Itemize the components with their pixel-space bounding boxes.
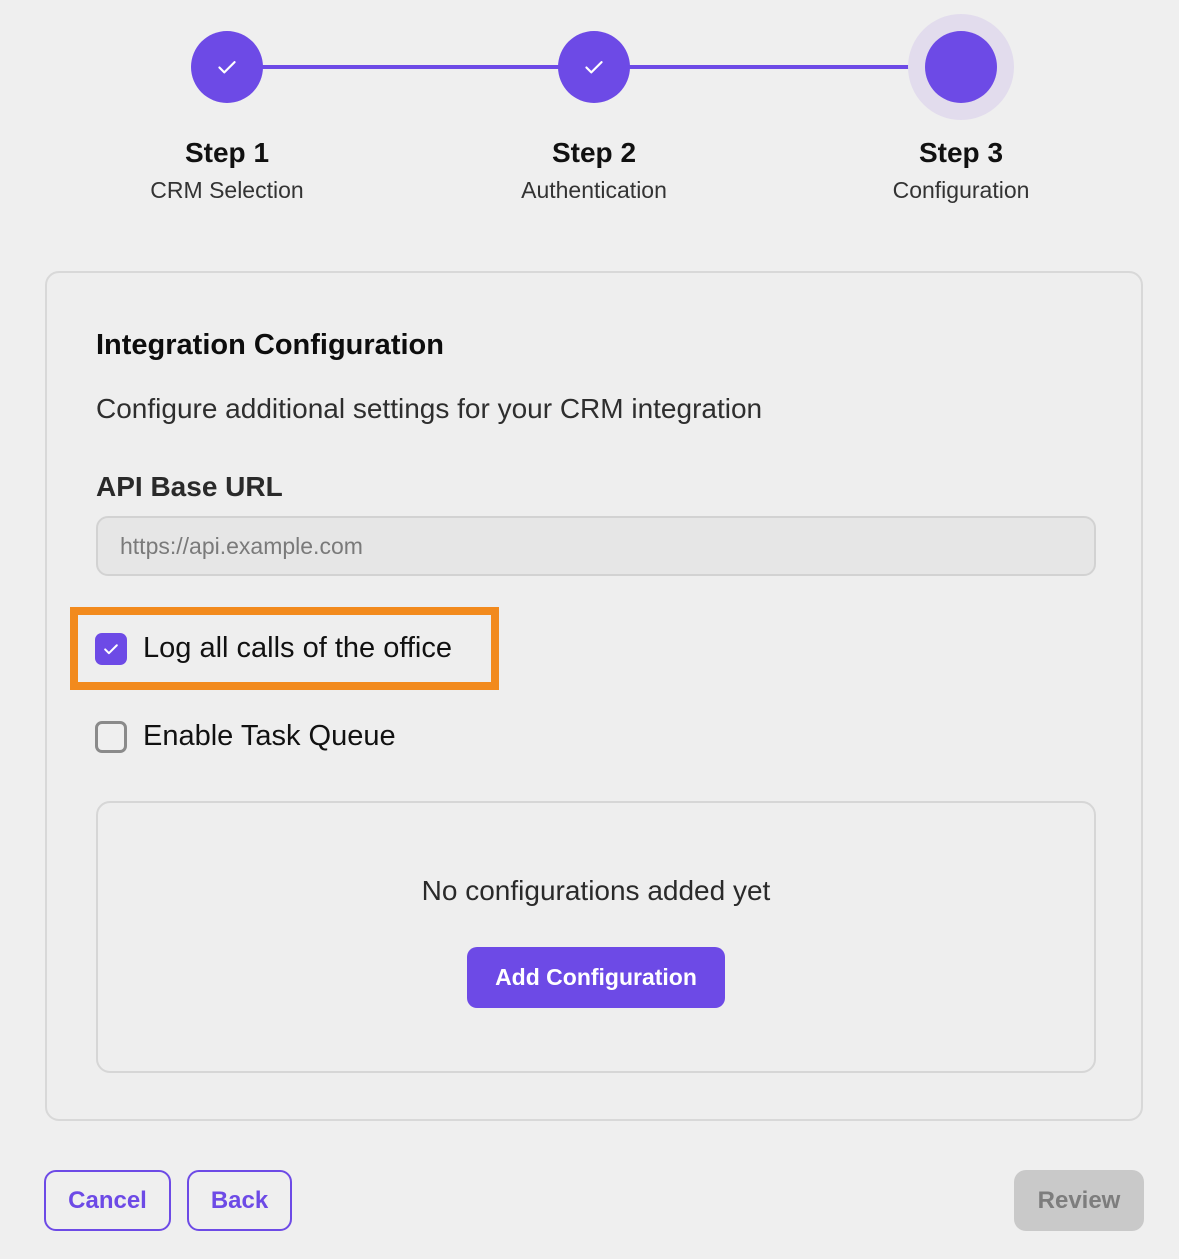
configuration-card: Integration Configuration Configure addi…	[45, 271, 1143, 1121]
review-button[interactable]: Review	[1014, 1170, 1144, 1231]
back-button[interactable]: Back	[187, 1170, 292, 1231]
step-3-text: Step 3 Configuration	[831, 136, 1091, 204]
empty-state-text: No configurations added yet	[421, 875, 771, 906]
step-2-text: Step 2 Authentication	[464, 136, 724, 204]
step-subtitle: Configuration	[892, 177, 1030, 203]
stepper: Step 1 CRM Selection Step 2 Authenticati…	[0, 0, 1179, 240]
check-icon	[218, 61, 236, 74]
task-queue-option[interactable]: Enable Task Queue	[95, 720, 396, 753]
step-3-indicator[interactable]	[925, 31, 997, 103]
step-2-indicator[interactable]	[558, 31, 630, 103]
step-1-text: Step 1 CRM Selection	[97, 136, 357, 204]
task-queue-label[interactable]: Enable Task Queue	[143, 720, 396, 753]
api-base-url-label: API Base URL	[96, 471, 283, 502]
task-queue-checkbox[interactable]	[95, 720, 127, 753]
step-1-indicator[interactable]	[191, 31, 263, 103]
step-subtitle: CRM Selection	[150, 177, 304, 203]
api-base-url-input[interactable]	[96, 516, 1096, 576]
step-connector-2	[594, 65, 961, 69]
card-title: Integration Configuration	[96, 329, 444, 361]
add-configuration-button[interactable]: Add Configuration	[467, 947, 725, 1008]
step-connector-1	[227, 65, 594, 69]
log-calls-label[interactable]: Log all calls of the office	[143, 632, 452, 665]
step-title: Step 2	[551, 137, 637, 168]
check-icon	[104, 643, 118, 654]
log-calls-checkbox[interactable]	[95, 632, 127, 665]
step-title: Step 1	[184, 137, 270, 168]
log-calls-option[interactable]: Log all calls of the office	[95, 632, 452, 665]
step-subtitle: Authentication	[521, 177, 667, 203]
configurations-empty-state: No configurations added yet Add Configur…	[96, 801, 1096, 1073]
check-icon	[585, 61, 603, 74]
card-description: Configure additional settings for your C…	[96, 393, 763, 424]
step-title: Step 3	[918, 137, 1004, 168]
cancel-button[interactable]: Cancel	[44, 1170, 171, 1231]
